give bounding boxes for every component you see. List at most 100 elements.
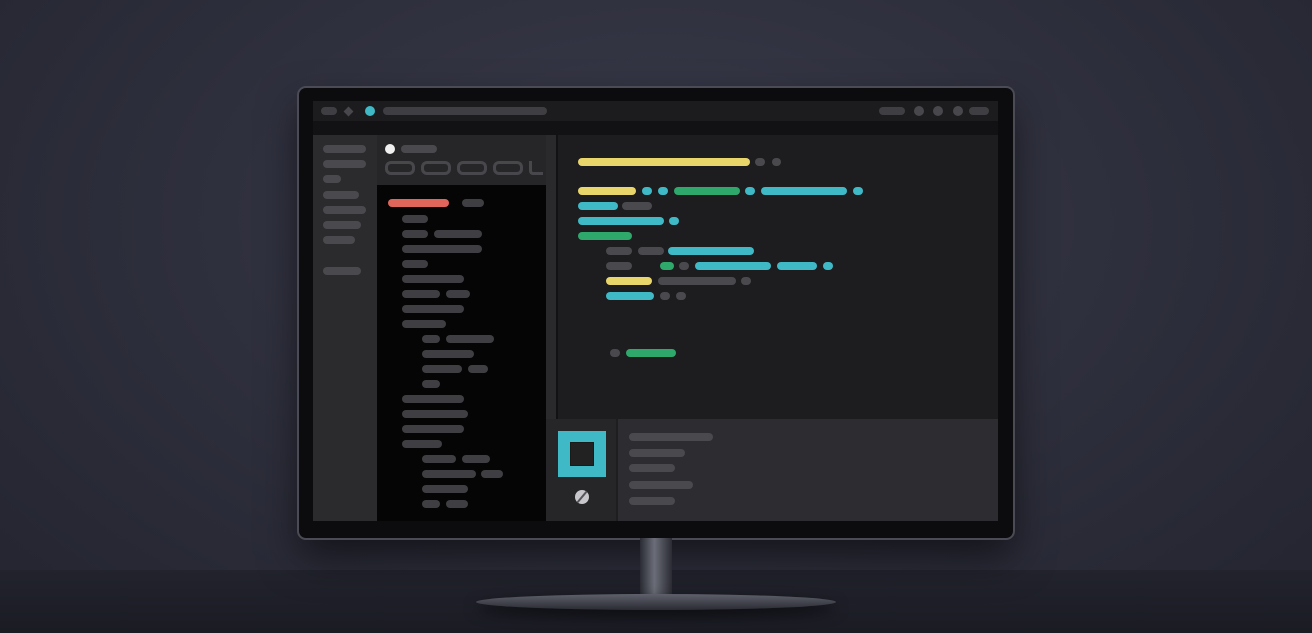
output-line bbox=[629, 464, 675, 472]
sidebar-item[interactable] bbox=[323, 145, 366, 153]
explorer-header bbox=[377, 135, 546, 185]
code-token bbox=[606, 292, 654, 300]
tree-item-selected[interactable] bbox=[388, 199, 449, 207]
code-token bbox=[853, 187, 863, 195]
monitor bbox=[299, 88, 1013, 538]
monitor-stand-base bbox=[476, 594, 836, 610]
output-line bbox=[629, 449, 685, 457]
monitor-stand-neck bbox=[640, 538, 672, 598]
explorer-tab[interactable] bbox=[457, 161, 487, 175]
tree-item[interactable] bbox=[446, 290, 470, 298]
explorer-tab[interactable] bbox=[493, 161, 523, 175]
tree-item[interactable] bbox=[402, 410, 468, 418]
code-token bbox=[610, 349, 620, 357]
tree-item[interactable] bbox=[434, 230, 482, 238]
tree-item[interactable] bbox=[402, 290, 440, 298]
output-line bbox=[629, 433, 713, 441]
diamond-icon[interactable] bbox=[343, 106, 354, 117]
code-token bbox=[578, 158, 750, 166]
tree-item[interactable] bbox=[402, 215, 428, 223]
settings-icon[interactable] bbox=[575, 490, 589, 504]
code-token bbox=[772, 158, 781, 166]
code-token bbox=[638, 247, 664, 255]
code-token bbox=[626, 349, 676, 357]
code-token bbox=[755, 158, 765, 166]
code-token bbox=[578, 202, 618, 210]
sidebar-item[interactable] bbox=[323, 191, 359, 199]
title-bar bbox=[313, 101, 998, 121]
tree-item[interactable] bbox=[422, 365, 462, 373]
code-token bbox=[606, 247, 632, 255]
tree-item[interactable] bbox=[402, 230, 428, 238]
screen bbox=[313, 101, 998, 521]
sidebar-item[interactable] bbox=[323, 236, 355, 244]
tree-item[interactable] bbox=[422, 380, 440, 388]
code-token bbox=[777, 262, 817, 270]
tree-item[interactable] bbox=[468, 365, 488, 373]
tree-item[interactable] bbox=[402, 275, 464, 283]
explorer-tab[interactable] bbox=[385, 161, 415, 175]
tree-item[interactable] bbox=[402, 440, 442, 448]
sidebar-item[interactable] bbox=[323, 267, 361, 275]
code-token bbox=[676, 292, 686, 300]
code-token bbox=[658, 187, 668, 195]
code-token bbox=[761, 187, 847, 195]
run-controls bbox=[546, 419, 618, 521]
bottom-panel bbox=[546, 419, 998, 521]
tree-item-badge bbox=[462, 199, 484, 207]
tree-item[interactable] bbox=[402, 260, 428, 268]
tree-item[interactable] bbox=[402, 320, 446, 328]
sidebar-item[interactable] bbox=[323, 221, 361, 229]
toolbar-button[interactable] bbox=[879, 107, 905, 115]
code-token bbox=[823, 262, 833, 270]
tree-item[interactable] bbox=[422, 500, 440, 508]
explorer-title bbox=[401, 145, 437, 153]
tree-item[interactable] bbox=[422, 335, 440, 343]
sidebar-item[interactable] bbox=[323, 206, 366, 214]
code-token bbox=[660, 262, 674, 270]
toolbar-button[interactable] bbox=[969, 107, 989, 115]
tree-item[interactable] bbox=[446, 335, 494, 343]
output-line bbox=[629, 497, 675, 505]
tree-item[interactable] bbox=[422, 485, 468, 493]
accent-dot-icon[interactable] bbox=[365, 106, 375, 116]
window-control[interactable] bbox=[321, 107, 337, 115]
code-token bbox=[695, 262, 771, 270]
tree-item[interactable] bbox=[422, 455, 456, 463]
explorer-tab[interactable] bbox=[421, 161, 451, 175]
code-editor[interactable] bbox=[558, 135, 998, 419]
address-bar[interactable] bbox=[383, 107, 547, 115]
code-token bbox=[622, 202, 652, 210]
activity-sidebar bbox=[313, 135, 377, 521]
code-token bbox=[606, 262, 632, 270]
code-token bbox=[660, 292, 670, 300]
code-token bbox=[745, 187, 755, 195]
code-token bbox=[668, 247, 754, 255]
code-token bbox=[679, 262, 689, 270]
explorer-tab[interactable] bbox=[529, 161, 543, 175]
stop-button[interactable] bbox=[558, 431, 606, 477]
tree-item[interactable] bbox=[481, 470, 503, 478]
code-token bbox=[642, 187, 652, 195]
sidebar-item[interactable] bbox=[323, 175, 341, 183]
sidebar-item[interactable] bbox=[323, 160, 366, 168]
tree-item[interactable] bbox=[402, 245, 482, 253]
toolbar-dot[interactable] bbox=[933, 106, 943, 116]
tree-item[interactable] bbox=[402, 305, 464, 313]
code-token bbox=[578, 187, 636, 195]
tree-item[interactable] bbox=[462, 455, 490, 463]
status-dot-icon bbox=[385, 144, 395, 154]
toolbar-dot[interactable] bbox=[953, 106, 963, 116]
toolbar-dot[interactable] bbox=[914, 106, 924, 116]
code-token bbox=[606, 277, 652, 285]
tree-item[interactable] bbox=[402, 425, 464, 433]
tree-item[interactable] bbox=[402, 395, 464, 403]
tree-item[interactable] bbox=[422, 350, 474, 358]
tree-item[interactable] bbox=[446, 500, 468, 508]
stop-square-icon bbox=[570, 442, 594, 466]
output-line bbox=[629, 481, 693, 489]
code-token bbox=[741, 277, 751, 285]
code-token bbox=[674, 187, 740, 195]
tree-item[interactable] bbox=[422, 470, 476, 478]
code-token bbox=[658, 277, 736, 285]
